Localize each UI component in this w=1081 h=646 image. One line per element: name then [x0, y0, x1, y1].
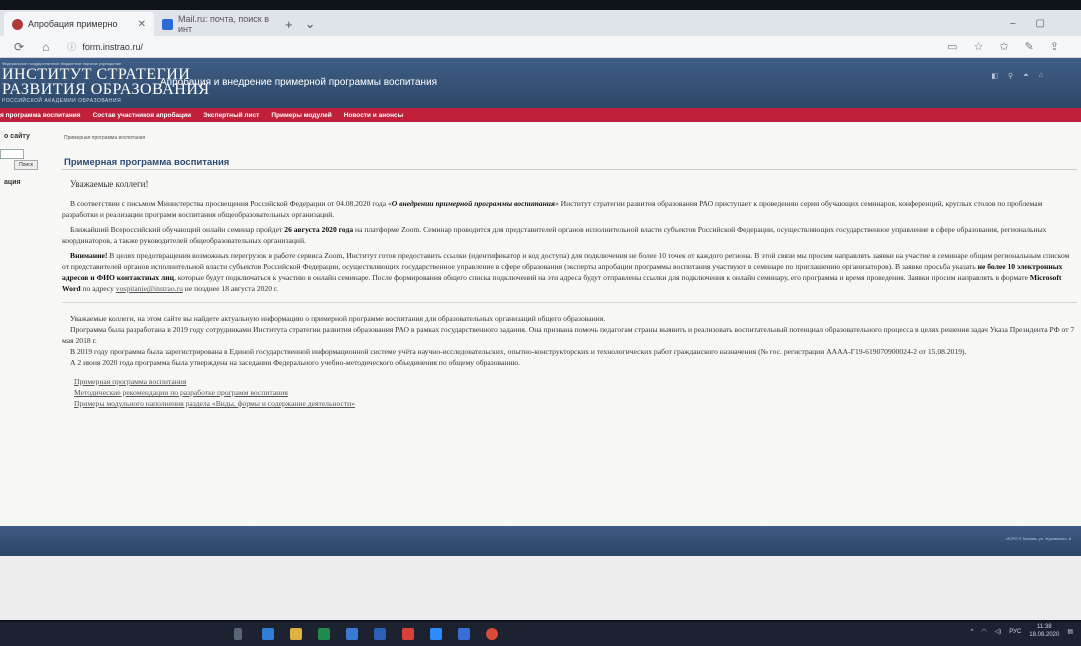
network-icon[interactable]: ◠ — [981, 628, 986, 635]
notifications-icon[interactable]: ▤ — [1067, 628, 1073, 635]
program-info: Уважаемые коллеги, на этом сайте вы найд… — [62, 313, 1077, 368]
article-body: Уважаемые коллеги! В соответствии с пись… — [62, 178, 1077, 409]
tab-list-chevron-icon[interactable]: ⌄ — [299, 12, 322, 36]
section-divider — [62, 302, 1077, 304]
sidebar-title: о сайту — [4, 133, 30, 140]
search-button[interactable]: Поиск — [14, 160, 38, 170]
clock[interactable]: 11:38 18.08.2020 — [1029, 624, 1059, 640]
paragraph-seminar-date: Ближайший Всероссийский обучающий онлайн… — [62, 225, 1047, 246]
upload-icon[interactable]: ⏶ — [1023, 72, 1029, 80]
search-icon[interactable]: ⚲ — [1008, 72, 1013, 80]
favorites-hub-icon[interactable]: ✩ — [999, 40, 1008, 53]
sidebar-item[interactable]: ация — [4, 179, 21, 186]
search-taskbar-icon[interactable] — [234, 628, 242, 640]
link-module-examples[interactable]: Примеры модульного наполнения раздела «В… — [74, 398, 1077, 409]
reading-view-icon[interactable]: ▭ — [947, 40, 957, 53]
site-header: Федеральное государственное бюджетное на… — [0, 58, 1081, 108]
logo-line-3: РОССИЙСКОЙ АКАДЕМИИ ОБРАЗОВАНИЯ — [2, 98, 122, 104]
new-tab-button[interactable]: + — [279, 12, 299, 36]
document-links: Примерная программа воспитания Методичес… — [62, 376, 1077, 409]
paragraph-site-info: Уважаемые коллеги, на этом сайте вы найд… — [70, 314, 606, 324]
menu-item-expert-sheet[interactable]: Экспертный лист — [203, 112, 259, 119]
main-menu: я программа воспитания Состав участников… — [0, 108, 1081, 122]
tab-label: Апробация примерно — [28, 19, 118, 29]
mail-favicon-icon — [162, 18, 173, 30]
clock-time: 11:38 — [1037, 624, 1052, 630]
url-text: form.instrao.ru/ — [82, 41, 143, 52]
paragraph-letter: В соответствии с письмом Министерства пр… — [62, 199, 1043, 220]
page-blank-area — [0, 556, 1081, 620]
menu-item-participants[interactable]: Состав участников апробации — [93, 112, 192, 119]
excel-taskbar-icon[interactable] — [318, 628, 330, 640]
zoom-taskbar-icon[interactable] — [430, 628, 442, 640]
taskbar: ^ ◠ ◁) РУС 11:38 18.08.2020 ▤ — [0, 622, 1081, 646]
paragraph-approved: А 2 июня 2020 года программа была утверж… — [70, 358, 521, 368]
paragraph-attention: Внимание! В целях предотвращения возможн… — [62, 251, 1070, 294]
acrobat-taskbar-icon[interactable] — [402, 628, 414, 640]
greeting: Уважаемые коллеги! — [70, 179, 149, 189]
url-field[interactable]: ⓘ form.instrao.ru/ — [67, 40, 143, 53]
sitemap-icon[interactable]: ◧ — [991, 72, 998, 80]
title-divider — [62, 169, 1077, 170]
tray-chevron-icon[interactable]: ^ — [971, 629, 974, 635]
paragraph-developed: Программа была разработана в 2019 году с… — [62, 325, 1075, 346]
favorite-star-icon[interactable]: ☆ — [973, 40, 983, 53]
share-icon[interactable]: ⇪ — [1050, 40, 1059, 53]
close-tab-icon[interactable]: ✕ — [138, 19, 146, 30]
browser-tab-active[interactable]: Апробация примерно ✕ — [4, 12, 154, 36]
page-title: Примерная программа воспитания — [64, 157, 230, 168]
footer-text: ИСРО © Москва, ул. Жуковского, 8 — [1006, 536, 1071, 541]
browser-toolbar: ▭ ☆ ✩ ✎ ⇪ — [947, 40, 1081, 53]
menu-item-module-examples[interactable]: Примеры модулей — [271, 112, 331, 119]
app-taskbar-icon[interactable] — [486, 628, 498, 640]
volume-icon[interactable]: ◁) — [995, 628, 1002, 635]
minimize-button[interactable]: – — [1010, 18, 1016, 29]
refresh-icon[interactable]: ⟳ — [14, 40, 24, 54]
browser-tab-bar: Апробация примерно ✕ Mail.ru: почта, пои… — [0, 10, 1081, 36]
language-indicator[interactable]: РУС — [1009, 629, 1021, 635]
page-content: о сайту Поиск ация Примерная программа в… — [0, 122, 1081, 530]
pen-icon[interactable]: ✎ — [1025, 40, 1034, 53]
system-tray: ^ ◠ ◁) РУС 11:38 18.08.2020 ▤ — [971, 624, 1073, 640]
menu-item-program[interactable]: я программа воспитания — [0, 112, 81, 119]
email-link[interactable]: vospitanie@instrao.ru — [116, 284, 183, 293]
explorer-taskbar-icon[interactable] — [290, 628, 302, 640]
word-taskbar-icon[interactable] — [374, 628, 386, 640]
search-input[interactable] — [0, 149, 24, 159]
address-bar: ⟳ ⌂ ⓘ form.instrao.ru/ ▭ ☆ ✩ ✎ ⇪ — [0, 36, 1081, 58]
maximize-button[interactable]: ▢ — [1036, 18, 1045, 29]
edge-taskbar-icon[interactable] — [262, 628, 274, 640]
windows-start-icon[interactable] — [8, 629, 38, 639]
window-controls: – ▢ — [1010, 10, 1081, 36]
clock-date: 18.08.2020 — [1029, 631, 1060, 638]
tab-label: Mail.ru: почта, поиск в инт — [178, 14, 270, 34]
header-icons: ◧ ⚲ ⏶ ⌂ — [991, 72, 1043, 80]
link-program[interactable]: Примерная программа воспитания — [74, 376, 1077, 387]
mail-taskbar-icon[interactable] — [458, 628, 470, 640]
breadcrumb[interactable]: Примерная программа воспитания — [64, 135, 145, 141]
site-favicon-icon — [12, 18, 23, 30]
home-icon[interactable]: ⌂ — [42, 40, 49, 54]
browser-tab-mail[interactable]: Mail.ru: почта, поиск в инт — [154, 12, 279, 36]
site-footer: ИСРО © Москва, ул. Жуковского, 8 — [0, 526, 1081, 556]
link-recommendations[interactable]: Методические рекомендации по разработке … — [74, 387, 1077, 398]
home-icon[interactable]: ⌂ — [1039, 72, 1043, 80]
site-title: Апробация и внедрение примерной программ… — [160, 77, 438, 88]
paragraph-registered: В 2019 году программа была зарегистриров… — [70, 347, 967, 357]
files-taskbar-icon[interactable] — [346, 628, 358, 640]
site-info-icon[interactable]: ⓘ — [67, 40, 76, 53]
menu-item-news[interactable]: Новости и анонсы — [344, 112, 403, 119]
